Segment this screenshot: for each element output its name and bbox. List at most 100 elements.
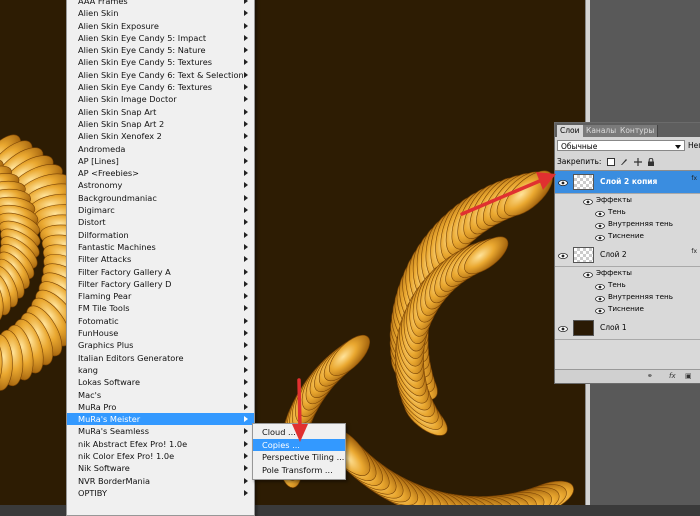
- menu-item[interactable]: AP <Freebies>: [67, 167, 254, 179]
- chevron-right-icon: [244, 34, 248, 41]
- menu-item[interactable]: MuRa Pro: [67, 401, 254, 413]
- effect-row[interactable]: Внутренняя тень: [555, 218, 700, 230]
- menu-item[interactable]: MuRa's Meister: [67, 413, 254, 426]
- effects-row[interactable]: Эффекты: [555, 267, 700, 279]
- eye-icon[interactable]: [595, 294, 605, 302]
- menu-item[interactable]: Italian Editors Generatore: [67, 352, 254, 364]
- chevron-right-icon: [244, 145, 248, 152]
- menu-item[interactable]: Graphics Plus: [67, 339, 254, 351]
- effect-row[interactable]: Внутренняя тень: [555, 291, 700, 303]
- menu-item-label: kang: [78, 364, 99, 375]
- layer-thumbnail: [573, 320, 594, 336]
- layer-row[interactable]: Слой 1: [555, 317, 700, 340]
- chevron-right-icon: [244, 133, 248, 140]
- menu-item[interactable]: Alien Skin Image Doctor: [67, 93, 254, 105]
- menu-item[interactable]: Alien Skin Exposure: [67, 20, 254, 32]
- effect-row[interactable]: Тиснение: [555, 230, 700, 242]
- eye-icon[interactable]: [558, 179, 568, 186]
- submenu-item[interactable]: Pole Transform ...: [253, 464, 345, 477]
- menu-item[interactable]: Alien Skin Eye Candy 6: Text & Selection: [67, 69, 254, 81]
- menu-item-label: Fotomatic: [78, 315, 119, 326]
- layers-panel: Слои Каналы Контуры Обычные Непр Закрепи…: [554, 122, 700, 384]
- chevron-right-icon: [244, 207, 248, 214]
- mask-icon[interactable]: ▣: [685, 372, 692, 380]
- eye-icon[interactable]: [595, 306, 605, 314]
- fx-icon[interactable]: fx: [669, 372, 676, 380]
- lock-brush-icon[interactable]: [620, 158, 628, 166]
- menu-item[interactable]: Andromeda: [67, 143, 254, 155]
- menu-item[interactable]: Alien Skin Snap Art 2: [67, 118, 254, 130]
- menu-item[interactable]: Backgroundmaniac: [67, 192, 254, 204]
- eye-icon[interactable]: [595, 221, 605, 229]
- lock-transparent-icon[interactable]: [606, 158, 615, 166]
- menu-item[interactable]: Fantastic Machines: [67, 241, 254, 253]
- eye-icon[interactable]: [583, 270, 593, 278]
- menu-item[interactable]: Alien Skin Snap Art: [67, 106, 254, 118]
- menu-item[interactable]: Alien Skin Eye Candy 5: Textures: [67, 56, 254, 68]
- menu-item[interactable]: Fotomatic: [67, 315, 254, 327]
- menu-item-label: Astronomy: [78, 180, 123, 191]
- submenu-item[interactable]: Perspective Tiling ...: [253, 451, 345, 464]
- layer-row[interactable]: Слой 2 копия fx: [555, 171, 700, 194]
- menu-item[interactable]: Filter Attacks: [67, 253, 254, 265]
- menu-item-label: Alien Skin Eye Candy 5: Impact: [78, 32, 207, 43]
- menu-item[interactable]: Alien Skin Eye Candy 5: Nature: [67, 44, 254, 56]
- menu-item[interactable]: Lokas Software: [67, 376, 254, 388]
- tab-paths[interactable]: Контуры: [617, 125, 659, 137]
- lock-all-icon[interactable]: [647, 158, 655, 166]
- eye-icon[interactable]: [558, 252, 568, 259]
- menu-item[interactable]: FunHouse: [67, 327, 254, 339]
- menu-item[interactable]: nik Color Efex Pro! 1.0e: [67, 450, 254, 462]
- chevron-right-icon: [244, 170, 248, 177]
- menu-item[interactable]: Alien Skin Xenofex 2: [67, 130, 254, 142]
- lock-label: Закрепить:: [557, 157, 602, 166]
- menu-item[interactable]: Flaming Pear: [67, 290, 254, 302]
- effect-row[interactable]: Тиснение: [555, 303, 700, 315]
- menu-item[interactable]: AAA Frames: [67, 0, 254, 7]
- menu-item[interactable]: Alien Skin Eye Candy 6: Textures: [67, 81, 254, 93]
- link-icon[interactable]: ⚭: [647, 372, 653, 380]
- eye-icon[interactable]: [595, 209, 605, 217]
- menu-item[interactable]: Digimarc: [67, 204, 254, 216]
- menu-item[interactable]: Nik Software: [67, 462, 254, 474]
- chevron-right-icon: [244, 0, 248, 4]
- eye-icon[interactable]: [558, 325, 568, 332]
- blend-mode-select[interactable]: Обычные: [557, 140, 685, 151]
- chevron-right-icon: [244, 96, 248, 103]
- menu-item[interactable]: Alien Skin: [67, 7, 254, 19]
- layer-row[interactable]: Слой 2 fx: [555, 244, 700, 267]
- menu-item-label: MuRa's Seamless: [78, 426, 149, 437]
- menu-item[interactable]: kang: [67, 364, 254, 376]
- menu-item-label: Alien Skin Snap Art 2: [78, 118, 165, 129]
- menu-item[interactable]: AP [Lines]: [67, 155, 254, 167]
- menu-item[interactable]: Alien Skin Eye Candy 5: Impact: [67, 32, 254, 44]
- tab-layers[interactable]: Слои: [557, 125, 584, 137]
- menu-item-label: Filter Factory Gallery A: [78, 266, 171, 277]
- effect-name: Тиснение: [608, 231, 644, 240]
- menu-item[interactable]: NVR BorderMania: [67, 475, 254, 487]
- eye-icon[interactable]: [583, 197, 593, 205]
- menu-item-label: Alien Skin Xenofex 2: [78, 131, 162, 142]
- menu-item[interactable]: Astronomy: [67, 179, 254, 191]
- submenu-item[interactable]: Copies ...: [253, 438, 345, 451]
- menu-item[interactable]: FM Tile Tools: [67, 302, 254, 314]
- eye-icon[interactable]: [595, 233, 605, 241]
- effects-row[interactable]: Эффекты: [555, 194, 700, 206]
- submenu-item[interactable]: Cloud ...: [253, 426, 345, 439]
- chevron-right-icon: [244, 10, 248, 17]
- menu-item[interactable]: OPTIBY: [67, 487, 254, 499]
- lock-move-icon[interactable]: [633, 158, 642, 166]
- effect-row[interactable]: Тень: [555, 279, 700, 291]
- menu-item[interactable]: nik Abstract Efex Pro! 1.0e: [67, 438, 254, 450]
- effect-row[interactable]: Тень: [555, 206, 700, 218]
- menu-item[interactable]: Filter Factory Gallery D: [67, 278, 254, 290]
- menu-item-label: Fantastic Machines: [78, 241, 156, 252]
- menu-item[interactable]: Filter Factory Gallery A: [67, 266, 254, 278]
- tab-channels[interactable]: Каналы: [583, 125, 621, 137]
- eye-icon[interactable]: [595, 282, 605, 290]
- chevron-right-icon: [244, 330, 248, 337]
- menu-item[interactable]: Dilformation: [67, 229, 254, 241]
- menu-item[interactable]: Distort: [67, 216, 254, 228]
- menu-item[interactable]: Mac's: [67, 389, 254, 401]
- menu-item[interactable]: MuRa's Seamless: [67, 425, 254, 437]
